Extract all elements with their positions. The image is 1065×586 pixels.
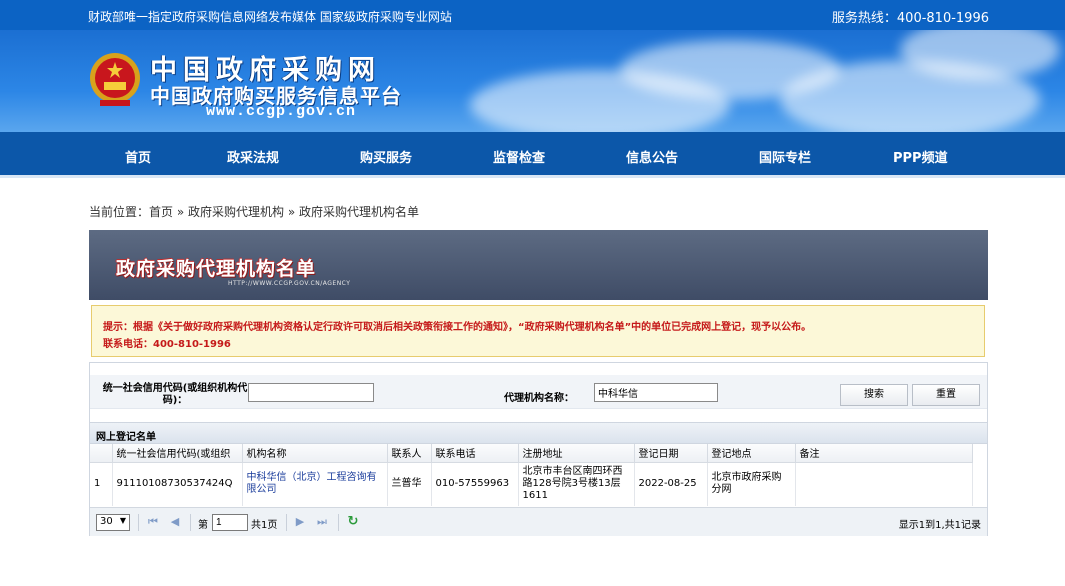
cell-index: 1: [90, 462, 113, 506]
col-address: 注册地址: [518, 444, 635, 463]
agency-name-label: 代理机构名称：: [504, 393, 574, 404]
page-size-select[interactable]: 30 ▼: [96, 514, 130, 531]
cell-address: 北京市丰台区南四环西路128号院3号楼13层1611: [518, 462, 635, 506]
prev-page-icon[interactable]: ◀: [168, 515, 182, 529]
breadcrumb-agencies[interactable]: 政府采购代理机构: [188, 205, 284, 219]
last-page-icon[interactable]: ⏭: [315, 515, 329, 529]
agency-table: 统一社会信用代码(或组织 机构名称 联系人 联系电话 注册地址 登记日期 登记地…: [90, 444, 973, 506]
nav-item-ppp[interactable]: PPP频道: [893, 147, 948, 166]
col-location: 登记地点: [707, 444, 796, 463]
site-slogan: 财政部唯一指定政府采购信息网络发布媒体 国家级政府采购专业网站: [88, 10, 452, 24]
cell-remarks: [795, 462, 973, 506]
col-remarks: 备注: [795, 444, 973, 463]
table-row[interactable]: 1 91110108730537424Q 中科华信（北京）工程咨询有限公司 兰普…: [90, 462, 973, 506]
pager-divider: [138, 514, 139, 531]
search-button[interactable]: 搜索: [840, 384, 908, 406]
agency-list-title: 政府采购代理机构名单: [116, 258, 317, 280]
search-form: 统一社会信用代码(或组织机构代码)： 代理机构名称： 搜索 重置: [90, 375, 987, 409]
page-size-value: 30: [100, 516, 113, 527]
refresh-icon[interactable]: ↻: [346, 515, 360, 529]
pager-divider: [190, 514, 191, 531]
pager-divider: [338, 514, 339, 531]
record-summary: 显示1到1,共1记录: [898, 520, 981, 531]
col-index: [90, 444, 113, 463]
page-number-input[interactable]: [212, 514, 248, 531]
nav-item-supervision[interactable]: 监督检查: [493, 147, 545, 166]
search-panel: 统一社会信用代码(或组织机构代码)： 代理机构名称： 搜索 重置 网上登记名单 …: [89, 362, 988, 536]
cell-date: 2022-08-25: [634, 462, 708, 506]
agency-list-url: HTTP://WWW.CCGP.GOV.CN/AGENCY: [228, 280, 351, 287]
national-emblem-icon: [90, 53, 140, 106]
cell-credit-code: 91110108730537424Q: [112, 462, 243, 506]
pager-divider: [286, 514, 287, 531]
next-page-icon[interactable]: ▶: [293, 515, 307, 529]
col-credit-code: 统一社会信用代码(或组织: [112, 444, 243, 463]
breadcrumb-agency-list[interactable]: 政府采购代理机构名单: [299, 205, 419, 219]
nav-item-announcements[interactable]: 信息公告: [626, 147, 678, 166]
credit-code-label: 统一社会信用代码(或组织机构代码)：: [102, 383, 248, 406]
cell-phone: 010-57559963: [431, 462, 519, 506]
registered-list-title: 网上登记名单: [90, 422, 987, 444]
credit-code-input[interactable]: [248, 383, 374, 402]
breadcrumb-prefix: 当前位置：: [89, 205, 150, 219]
nav-item-international[interactable]: 国际专栏: [759, 147, 811, 166]
breadcrumb: 当前位置：首页 » 政府采购代理机构 » 政府采购代理机构名单: [89, 203, 419, 220]
col-phone: 联系电话: [431, 444, 519, 463]
breadcrumb-home[interactable]: 首页: [149, 205, 173, 219]
total-pages-label: 共1页: [251, 520, 278, 531]
agency-name-input[interactable]: [594, 383, 718, 402]
cell-agency-name-link[interactable]: 中科华信（北京）工程咨询有限公司: [242, 462, 388, 506]
chevron-down-icon: ▼: [119, 516, 126, 525]
service-hotline: 服务热线：400-810-1996: [831, 11, 989, 26]
nav-item-home[interactable]: 首页: [125, 147, 151, 166]
agency-list-banner: 政府采购代理机构名单 HTTP://WWW.CCGP.GOV.CN/AGENCY: [89, 230, 988, 300]
reset-button[interactable]: 重置: [912, 384, 980, 406]
site-url: www.ccgp.gov.cn: [206, 103, 357, 120]
top-bar: 财政部唯一指定政府采购信息网络发布媒体 国家级政府采购专业网站 服务热线：400…: [0, 0, 1065, 30]
notice-phone: 联系电话：400-810-1996: [103, 339, 231, 350]
first-page-icon[interactable]: ⏮: [146, 515, 160, 529]
cell-location: 北京市政府采购分网: [707, 462, 796, 506]
site-banner: 中国政府采购网 中国政府购买服务信息平台 www.ccgp.gov.cn: [0, 30, 1065, 132]
page-label-before: 第: [198, 520, 208, 531]
breadcrumb-separator: »: [284, 205, 300, 219]
col-agency-name: 机构名称: [242, 444, 388, 463]
breadcrumb-separator: »: [173, 205, 189, 219]
col-contact: 联系人: [387, 444, 432, 463]
cell-contact: 兰普华: [387, 462, 432, 506]
nav-item-purchase-services[interactable]: 购买服务: [360, 147, 412, 166]
pagination-bar: 30 ▼ ⏮ ◀ 第 共1页 ▶ ⏭ ↻ 显示1到1,共1记录: [90, 507, 987, 536]
notice-box: 提示：根据《关于做好政府采购代理机构资格认定行政许可取消后相关政策衔接工作的通知…: [91, 305, 985, 357]
main-nav: 首页 政采法规 购买服务 监督检查 信息公告 国际专栏 PPP频道: [0, 132, 1065, 178]
notice-text: 提示：根据《关于做好政府采购代理机构资格认定行政许可取消后相关政策衔接工作的通知…: [103, 322, 812, 333]
table-header: 统一社会信用代码(或组织 机构名称 联系人 联系电话 注册地址 登记日期 登记地…: [90, 444, 973, 463]
col-date: 登记日期: [634, 444, 708, 463]
nav-item-regulations[interactable]: 政采法规: [227, 147, 279, 166]
